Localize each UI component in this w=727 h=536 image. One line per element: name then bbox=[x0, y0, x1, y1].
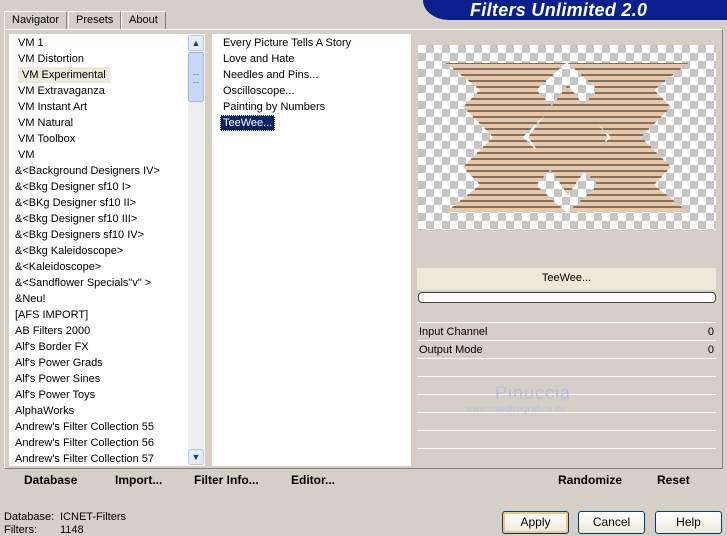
watermark-name: Pinuccia bbox=[495, 383, 572, 403]
param-label: Output Mode bbox=[419, 344, 483, 356]
category-item[interactable]: Alf's Power Sines bbox=[15, 371, 100, 387]
database-value: ICNET-Filters bbox=[60, 511, 126, 523]
tab-presets[interactable]: Presets bbox=[68, 11, 122, 29]
param-value: 0 bbox=[707, 326, 714, 338]
category-item[interactable]: &<Bkg Kaleidoscope> bbox=[15, 243, 123, 259]
filter-item[interactable]: Painting by Numbers bbox=[223, 99, 325, 115]
category-item[interactable]: Alf's Border FX bbox=[15, 339, 89, 355]
category-item[interactable]: &<Bkg Designers sf10 IV> bbox=[15, 227, 144, 243]
param-value: 0 bbox=[707, 344, 714, 356]
category-item[interactable]: VM Toolbox bbox=[18, 131, 75, 147]
category-item[interactable]: AlphaWorks bbox=[15, 403, 74, 419]
filter-item[interactable]: TeeWee... bbox=[220, 115, 276, 131]
tab-label: About bbox=[129, 14, 158, 26]
progress-bar bbox=[418, 292, 716, 303]
filter-item[interactable]: Oscilloscope... bbox=[223, 83, 295, 99]
category-item[interactable]: VM Distortion bbox=[18, 51, 84, 67]
preview-shape bbox=[446, 63, 688, 212]
category-item[interactable]: VM bbox=[18, 147, 35, 163]
category-item[interactable]: Andrew's Filter Collection 56 bbox=[15, 435, 154, 451]
filter-item[interactable]: Love and Hate bbox=[223, 51, 295, 67]
filter-preview bbox=[418, 45, 716, 230]
apply-button[interactable]: Apply bbox=[502, 511, 569, 534]
scroll-thumb[interactable] bbox=[188, 52, 204, 102]
cancel-button[interactable]: Cancel bbox=[578, 511, 645, 534]
database-button[interactable]: Database bbox=[24, 473, 77, 487]
category-item[interactable]: &<Background Designers IV> bbox=[15, 163, 160, 179]
database-label: Database: bbox=[4, 511, 55, 523]
tab-about[interactable]: About bbox=[121, 11, 166, 29]
category-item[interactable]: &Neu! bbox=[15, 291, 46, 307]
tab-label: Presets bbox=[76, 14, 114, 26]
param-row-output-mode[interactable]: Output Mode 0 bbox=[417, 341, 716, 359]
category-item[interactable]: [AFS IMPORT] bbox=[15, 307, 88, 323]
divider bbox=[417, 358, 716, 359]
category-item[interactable]: VM Extravaganza bbox=[18, 83, 105, 99]
filter-info-button[interactable]: Filter Info... bbox=[194, 473, 259, 487]
category-item[interactable]: Andrew's Filter Collection 57 bbox=[15, 451, 154, 467]
tab-navigator[interactable]: Navigator bbox=[4, 11, 68, 29]
randomize-button[interactable]: Randomize bbox=[558, 473, 622, 487]
category-item[interactable]: VM Natural bbox=[18, 115, 73, 131]
help-button[interactable]: Help bbox=[655, 511, 722, 534]
tab-label: Navigator bbox=[12, 14, 60, 26]
filter-name-label: TeeWee... bbox=[541, 272, 592, 284]
category-item[interactable]: &<Kaleidoscope> bbox=[15, 259, 101, 275]
filter-list[interactable]: Every Picture Tells A Story Love and Hate… bbox=[212, 34, 411, 466]
filters-count: 1148 bbox=[60, 524, 84, 536]
app-title: Filters Unlimited 2.0 bbox=[470, 0, 648, 20]
category-item[interactable]: Andrew's Filter Collection 55 bbox=[15, 419, 154, 435]
param-row-input-channel[interactable]: Input Channel 0 bbox=[417, 323, 716, 341]
category-item[interactable]: VM Experimental bbox=[18, 67, 110, 83]
preview-image bbox=[446, 63, 688, 212]
reset-button[interactable]: Reset bbox=[657, 473, 690, 487]
category-item[interactable]: Alf's Power Grads bbox=[15, 355, 103, 371]
category-item[interactable]: AB Filters 2000 bbox=[15, 323, 90, 339]
divider bbox=[417, 430, 716, 431]
category-item[interactable]: &<Bkg Designer sf10 III> bbox=[15, 211, 137, 227]
category-item[interactable]: VM Instant Art bbox=[18, 99, 87, 115]
filter-item[interactable]: Needles and Pins... bbox=[223, 67, 318, 83]
divider bbox=[417, 376, 716, 377]
filters-label: Filters: bbox=[4, 524, 37, 536]
category-item[interactable]: &<Bkg Designer sf10 I> bbox=[15, 179, 131, 195]
param-label: Input Channel bbox=[419, 326, 488, 338]
category-item[interactable]: &<Sandflower Specials"v" > bbox=[15, 275, 151, 291]
category-item[interactable]: VM 1 bbox=[18, 35, 44, 51]
watermark-url: www.maidiregrafica.eu bbox=[465, 404, 566, 415]
editor-button[interactable]: Editor... bbox=[291, 473, 335, 487]
scroll-down-icon[interactable]: ▼ bbox=[188, 449, 204, 465]
filter-item[interactable]: Every Picture Tells A Story bbox=[223, 35, 351, 51]
category-scrollbar[interactable]: ▲ ▼ bbox=[188, 35, 204, 465]
scroll-up-icon[interactable]: ▲ bbox=[188, 35, 204, 51]
divider bbox=[417, 448, 716, 449]
category-list[interactable]: VM 1 VM Distortion VM Experimental VM Extra… bbox=[9, 34, 205, 466]
category-item[interactable]: Alf's Power Toys bbox=[15, 387, 95, 403]
divider bbox=[417, 412, 716, 413]
import-button[interactable]: Import... bbox=[115, 473, 162, 487]
category-item[interactable]: &<BKg Designer sf10 II> bbox=[15, 195, 136, 211]
